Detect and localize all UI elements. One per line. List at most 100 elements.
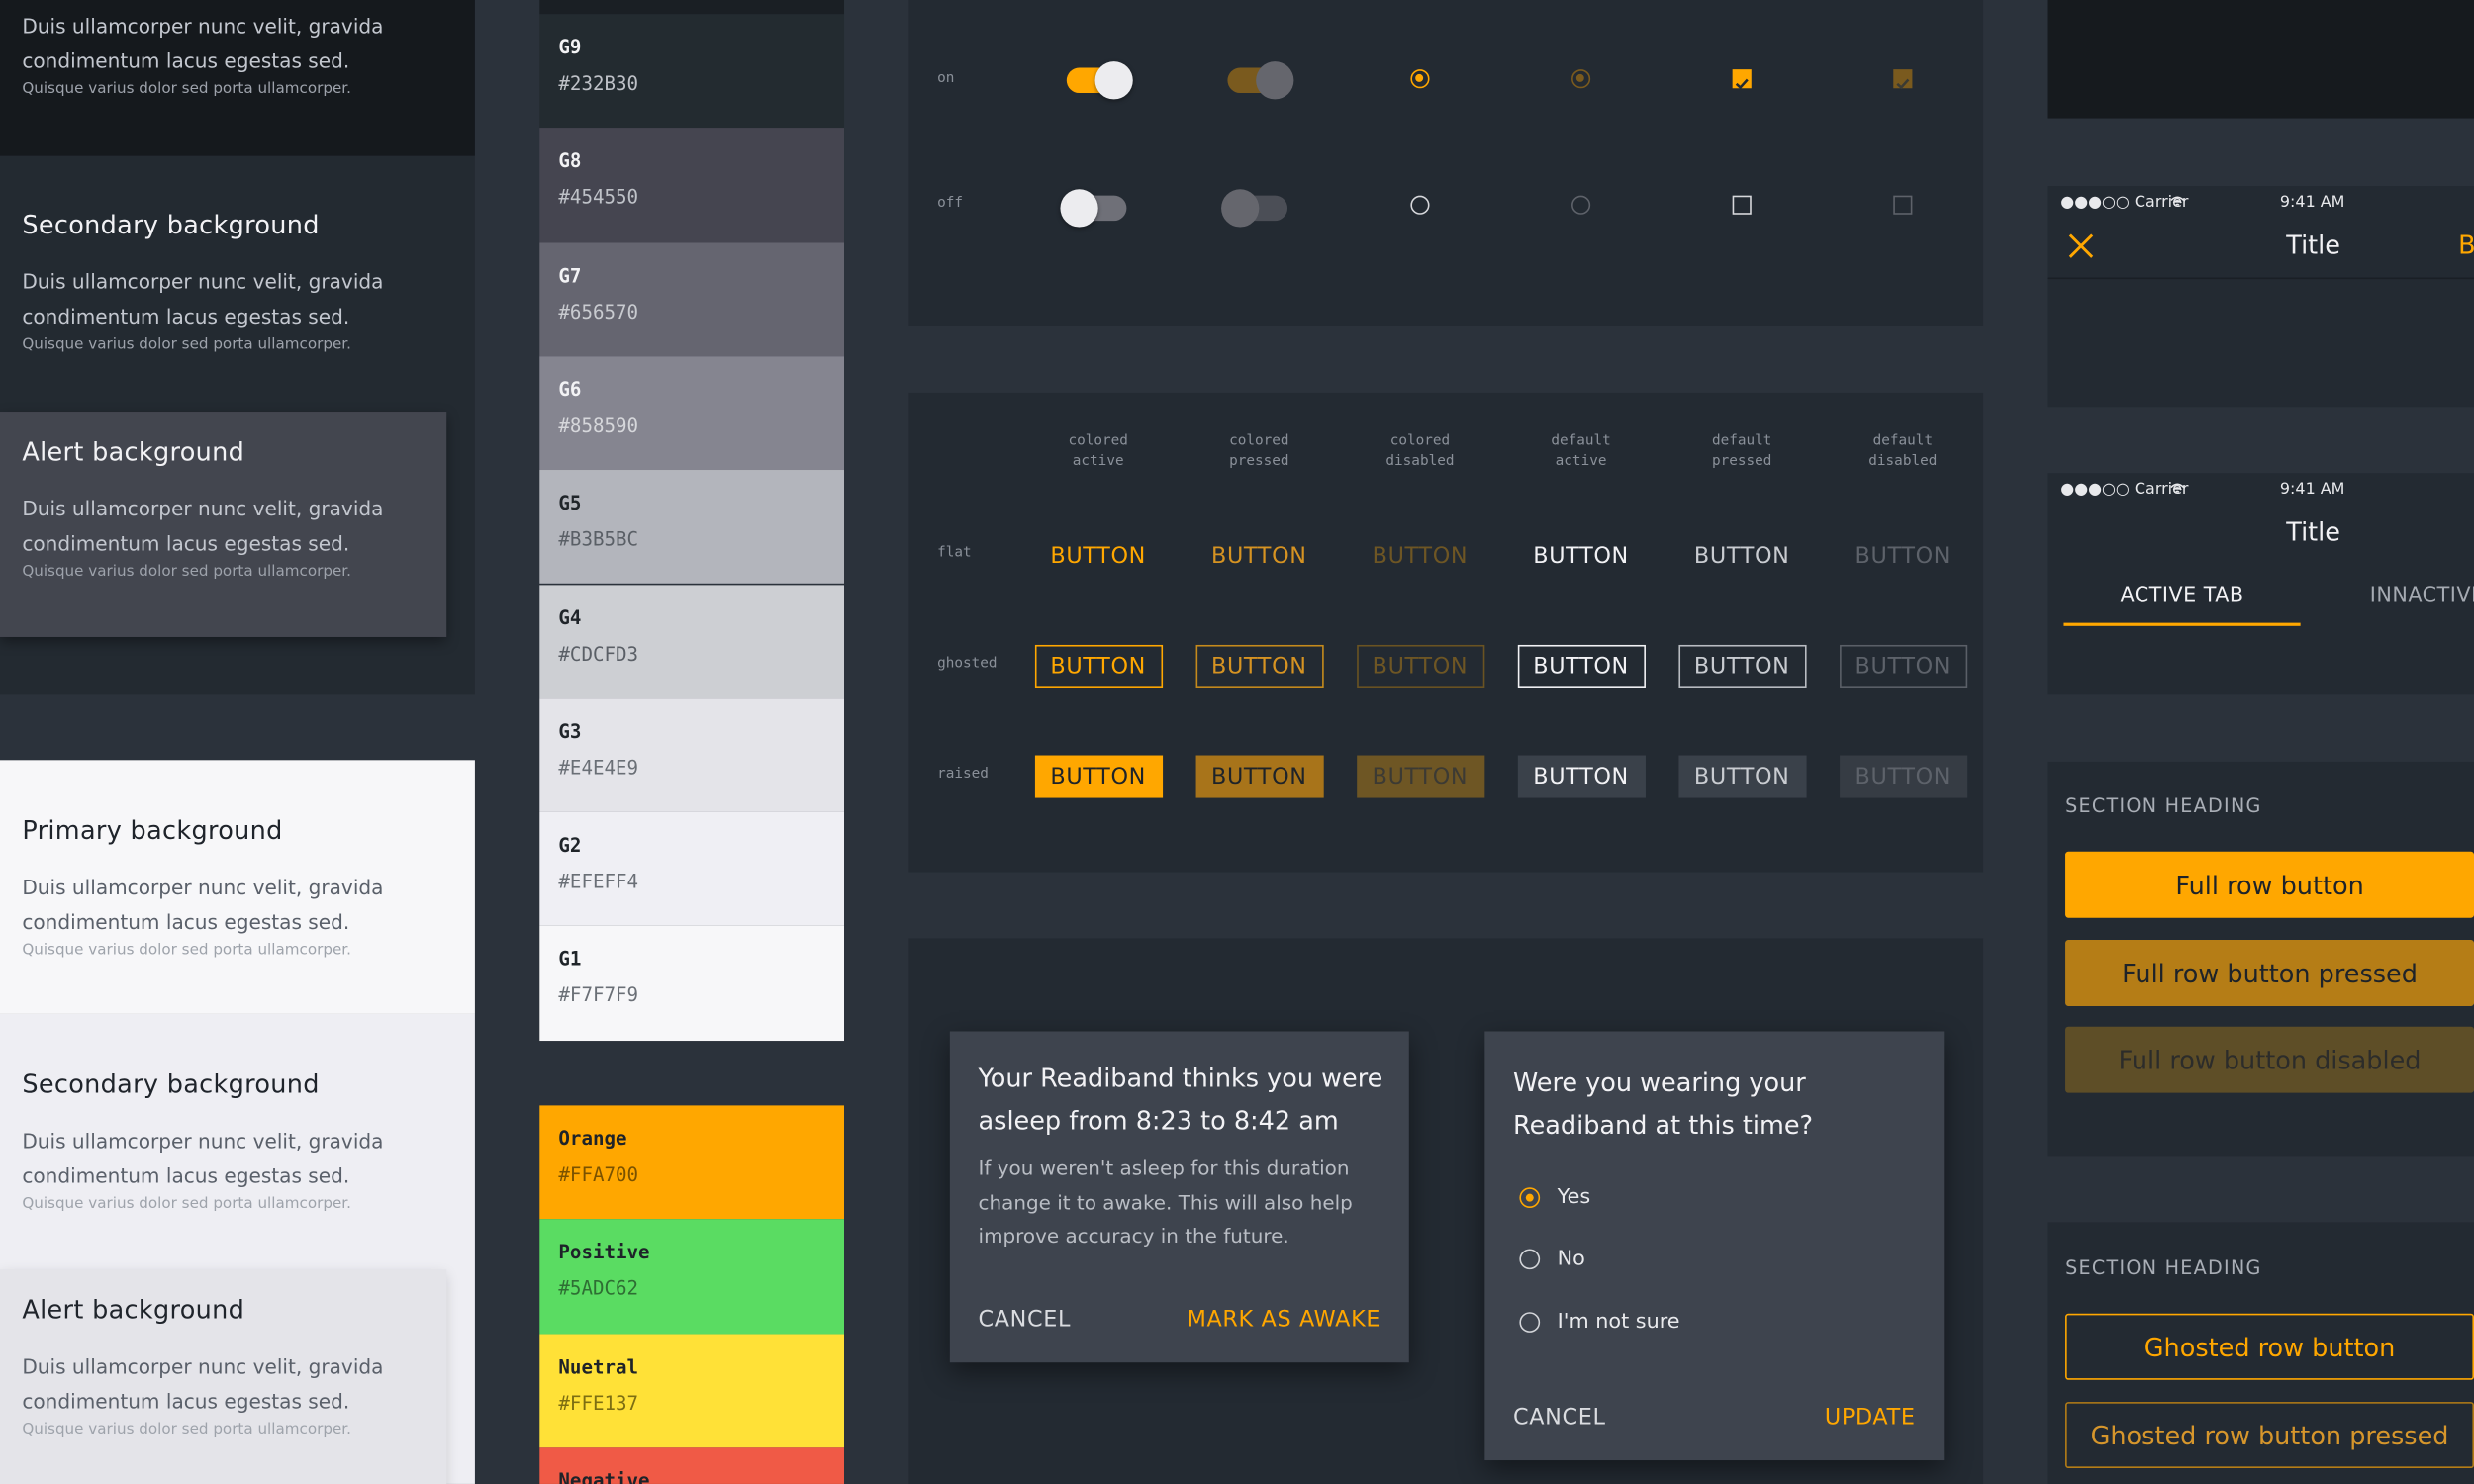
close-icon[interactable]: [2068, 233, 2094, 259]
raised-button-colored-active[interactable]: BUTTON: [1034, 755, 1163, 798]
swatch-hex: #858590: [558, 415, 639, 437]
mark-awake-dialog: Your Readiband thinks you were asleep fr…: [949, 1031, 1409, 1363]
radio-off-disabled[interactable]: [1571, 195, 1591, 215]
alert-bg-dark-card: Alert background Duis ullamcorper nunc v…: [0, 412, 447, 637]
section-heading: SECTION HEADING: [2065, 794, 2262, 817]
dialog-title: Were you wearing your Readiband at this …: [1513, 1067, 1814, 1141]
bg-sample-text: Duis ullamcorper nunc velit, gravida con…: [22, 875, 384, 933]
full-row-button[interactable]: Full row button: [2065, 851, 2474, 918]
update-button[interactable]: UPDATE: [1825, 1405, 1916, 1431]
option-label: No: [1557, 1247, 1585, 1271]
option-label: I'm not sure: [1557, 1310, 1680, 1335]
nav-right-button[interactable]: B: [2458, 231, 2474, 260]
toggle-off-active[interactable]: [1060, 184, 1129, 228]
status-bar: ●●●○○ Carrier 9:41 AM: [2048, 473, 2474, 505]
column-header: colored active: [1027, 432, 1169, 473]
radio-on-disabled[interactable]: [1571, 69, 1591, 89]
check-icon: [1735, 78, 1749, 90]
phone-nav-bar: ●●●○○ Carrier 9:41 AM Title B: [2047, 186, 2474, 408]
mark-awake-button[interactable]: MARK AS AWAKE: [1188, 1307, 1381, 1333]
swatch-hex: #E4E4E9: [558, 756, 639, 780]
gray-swatch-g9: G9 #232B30: [539, 14, 845, 129]
option-label: Yes: [1557, 1185, 1591, 1210]
checkbox-on-disabled[interactable]: [1893, 69, 1913, 90]
ghosted-button-colored-disabled[interactable]: BUTTON: [1356, 644, 1484, 688]
column-header: default disabled: [1832, 432, 1973, 473]
ghosted-button-colored-pressed[interactable]: BUTTON: [1194, 644, 1323, 688]
ghosted-button-default-pressed[interactable]: BUTTON: [1677, 644, 1806, 688]
flat-row-label: flat: [937, 545, 972, 562]
swatch-name: G6: [558, 378, 582, 401]
bg-sample-text: Duis ullamcorper nunc velit, gravida con…: [22, 1354, 384, 1413]
wearing-readiband-dialog: Were you wearing your Readiband at this …: [1484, 1031, 1945, 1461]
dialog-cancel-button[interactable]: CANCEL: [979, 1307, 1072, 1333]
ghosted-button-colored-active[interactable]: BUTTON: [1034, 644, 1163, 688]
header-line-1: default: [1551, 433, 1611, 450]
ghosted-row-label: ghosted: [937, 656, 998, 673]
bg-sample-small: Quisque varius dolor sed porta ullamcorp…: [22, 941, 351, 960]
phone-tab-bar: ●●●○○ Carrier 9:41 AM Title ACTIVE TAB I…: [2047, 473, 2474, 695]
swatch-hex: #FFE137: [558, 1391, 639, 1415]
ghosted-row-button-pressed[interactable]: Ghosted row button pressed: [2065, 1402, 2474, 1469]
flat-button-default-active[interactable]: BUTTON: [1517, 534, 1645, 577]
checkbox-off-disabled[interactable]: [1893, 195, 1913, 215]
dialog-body: If you weren't asleep for this duration …: [978, 1156, 1353, 1248]
header-line-2: disabled: [1385, 454, 1455, 471]
tab-inactive[interactable]: INNACTIVE: [2301, 568, 2474, 623]
swatch-name: Positive: [558, 1241, 650, 1264]
gray-swatch-g6: G6 #858590: [539, 356, 845, 471]
flat-button-colored-pressed[interactable]: BUTTON: [1195, 534, 1323, 577]
tab-active[interactable]: ACTIVE TAB: [2063, 568, 2301, 626]
off-row-label: off: [937, 195, 964, 212]
swatch-name: G9: [558, 36, 582, 58]
header-line-1: colored: [1229, 433, 1289, 450]
header-line-1: default: [1711, 433, 1772, 450]
column-header: default active: [1510, 432, 1652, 473]
radio-off-active[interactable]: [1410, 195, 1430, 215]
flat-button-colored-disabled[interactable]: BUTTON: [1356, 534, 1483, 577]
swatch-name: G1: [558, 948, 582, 971]
secondary-bg-light-card: Secondary background Duis ullamcorper nu…: [0, 1014, 475, 1268]
full-row-button-pressed[interactable]: Full row button pressed: [2065, 940, 2474, 1006]
bg-sample-small: Quisque varius dolor sed porta ullamcorp…: [22, 563, 351, 581]
raised-button-default-disabled[interactable]: BUTTON: [1839, 755, 1967, 798]
column-header: colored disabled: [1349, 432, 1490, 473]
ghosted-row-button[interactable]: Ghosted row button: [2065, 1313, 2474, 1380]
swatch-name: G8: [558, 149, 582, 173]
bg-sample-text: Duis ullamcorper nunc velit, gravida con…: [22, 497, 384, 555]
primary-bg-dark-card: Duis ullamcorper nunc velit, gravida con…: [0, 0, 475, 156]
raised-button-default-active[interactable]: BUTTON: [1517, 755, 1646, 798]
raised-row-label: raised: [937, 766, 989, 783]
flat-button-colored-active[interactable]: BUTTON: [1034, 534, 1162, 577]
header-line-1: colored: [1068, 433, 1128, 450]
full-row-button-disabled[interactable]: Full row button disabled: [2065, 1026, 2474, 1093]
bg-title: Alert background: [22, 1294, 245, 1325]
radio-on-active[interactable]: [1410, 69, 1430, 89]
header-line-2: active: [1555, 454, 1607, 471]
ghosted-button-default-active[interactable]: BUTTON: [1517, 644, 1646, 688]
toggle-on-disabled[interactable]: [1224, 56, 1294, 100]
toggle-on-active[interactable]: [1064, 56, 1133, 100]
semantic-swatch-positive: Positive #5ADC62: [539, 1219, 845, 1334]
flat-button-default-disabled[interactable]: BUTTON: [1839, 534, 1966, 577]
toggle-off-disabled[interactable]: [1221, 184, 1290, 228]
checkbox-off-active[interactable]: [1732, 195, 1752, 215]
style-guide-canvas: Duis ullamcorper nunc velit, gravida con…: [0, 0, 2474, 1484]
bg-title: Secondary background: [22, 210, 320, 240]
bg-title: Primary background: [22, 815, 283, 846]
gray-swatch-g7: G7 #656570: [539, 241, 845, 357]
raised-button-colored-pressed[interactable]: BUTTON: [1194, 755, 1323, 798]
raised-button-default-pressed[interactable]: BUTTON: [1677, 755, 1806, 798]
ghosted-button-default-disabled[interactable]: BUTTON: [1839, 644, 1967, 688]
dialog-cancel-button[interactable]: CANCEL: [1513, 1405, 1606, 1431]
raised-button-colored-disabled[interactable]: BUTTON: [1356, 755, 1484, 798]
checkbox-on-active[interactable]: [1732, 69, 1752, 90]
bg-sample-text: Duis ullamcorper nunc velit, gravida con…: [22, 1129, 384, 1187]
bg-sample-small: Quisque varius dolor sed porta ullamcorp…: [22, 80, 351, 98]
swatch-hex: #656570: [558, 300, 639, 324]
swatch-hex: #EFEFF4: [558, 871, 639, 893]
alert-bg-light-card: Alert background Duis ullamcorper nunc v…: [0, 1269, 447, 1484]
swatch-name: Orange: [558, 1127, 627, 1151]
flat-button-default-pressed[interactable]: BUTTON: [1678, 534, 1806, 577]
bg-sample-text: Duis ullamcorper nunc velit, gravida con…: [22, 14, 384, 72]
